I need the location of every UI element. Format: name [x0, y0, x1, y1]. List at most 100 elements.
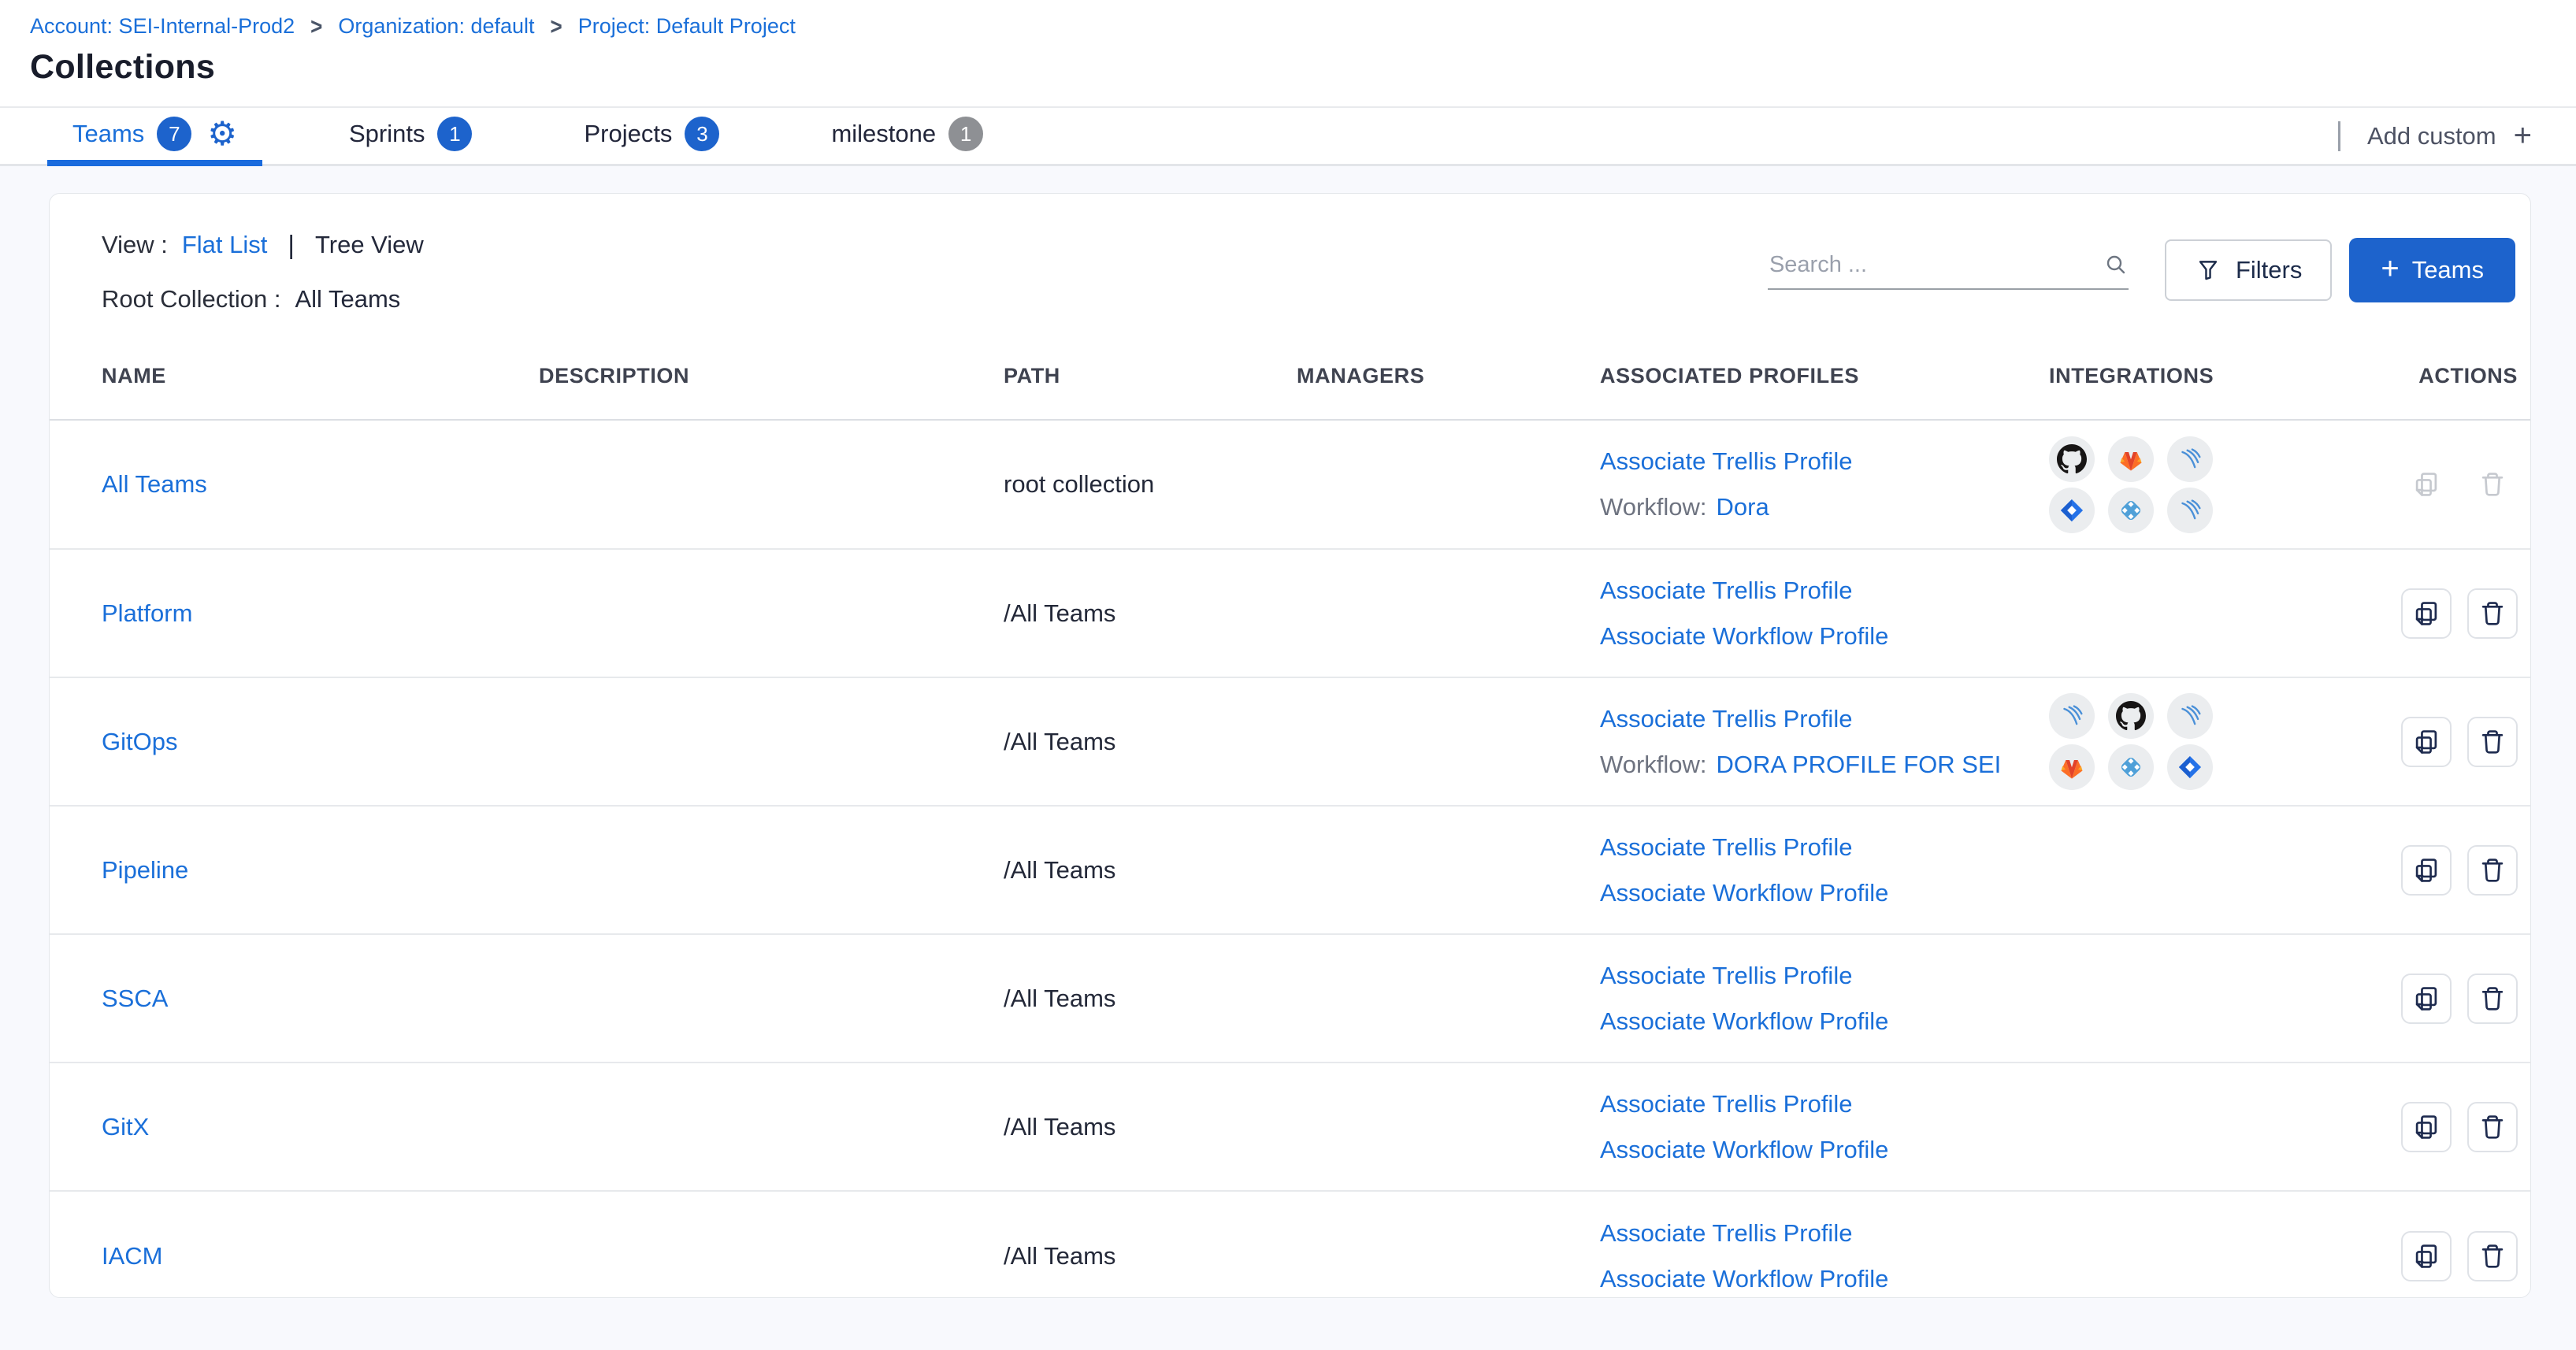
- table-row-gitx: GitX /All Teams Associate Trellis Profil…: [50, 1063, 2530, 1192]
- workflow-profile-link[interactable]: DORA PROFILE FOR SEI: [1717, 751, 2002, 779]
- clone-button[interactable]: [2401, 588, 2452, 639]
- search-input[interactable]: [1768, 251, 2103, 279]
- sonar-arcs-icon[interactable]: [2049, 693, 2095, 739]
- delete-button[interactable]: [2467, 1102, 2518, 1152]
- delete-button[interactable]: [2467, 1231, 2518, 1281]
- gitlab-icon[interactable]: [2049, 744, 2095, 790]
- copy-icon: [2411, 599, 2441, 629]
- associate-workflow-link[interactable]: Associate Workflow Profile: [1600, 622, 2049, 651]
- github-icon[interactable]: [2049, 436, 2095, 482]
- trash-icon: [2478, 984, 2507, 1014]
- collection-name-link[interactable]: Pipeline: [102, 856, 188, 884]
- trash-icon: [2478, 1112, 2507, 1142]
- associate-trellis-link[interactable]: Associate Trellis Profile: [1600, 705, 2049, 733]
- collection-name-link[interactable]: Platform: [102, 599, 192, 627]
- tab-sprints[interactable]: Sprints 1: [324, 108, 497, 166]
- collection-name-link[interactable]: GitOps: [102, 728, 177, 755]
- header-integrations: INTEGRATIONS: [2049, 364, 2364, 388]
- associate-trellis-link[interactable]: Associate Trellis Profile: [1600, 833, 2049, 862]
- table-row-iacm: IACM /All Teams Associate Trellis Profil…: [50, 1192, 2530, 1298]
- associate-workflow-link[interactable]: Associate Workflow Profile: [1600, 1265, 2049, 1293]
- jira-icon[interactable]: [2049, 488, 2095, 533]
- root-collection-value: All Teams: [295, 285, 400, 313]
- associate-workflow-link[interactable]: Associate Workflow Profile: [1600, 1007, 2049, 1036]
- table-row-all-teams: All Teams root collection Associate Trel…: [50, 421, 2530, 550]
- tab-milestone[interactable]: milestone 1: [806, 108, 1008, 166]
- breadcrumb-chevron-icon: >: [307, 13, 325, 41]
- diamond-grid-icon[interactable]: [2108, 744, 2154, 790]
- copy-icon: [2411, 1112, 2441, 1142]
- gear-icon[interactable]: ⚙: [207, 117, 237, 150]
- sonar-arcs-icon[interactable]: [2167, 436, 2213, 482]
- clone-button[interactable]: [2401, 717, 2452, 767]
- path-cell: /All Teams: [1004, 728, 1115, 755]
- breadcrumb-account-link[interactable]: Account: SEI-Internal-Prod2: [30, 14, 295, 39]
- collection-name-link[interactable]: IACM: [102, 1242, 163, 1270]
- table-row-platform: Platform /All Teams Associate Trellis Pr…: [50, 550, 2530, 678]
- associate-trellis-link[interactable]: Associate Trellis Profile: [1600, 447, 2049, 476]
- collections-card: View : Flat List | Tree View Root Collec…: [49, 193, 2531, 1298]
- delete-button[interactable]: [2467, 717, 2518, 767]
- table-row-gitops: GitOps /All Teams Associate Trellis Prof…: [50, 678, 2530, 807]
- collection-name-link[interactable]: GitX: [102, 1113, 149, 1140]
- clone-button[interactable]: [2401, 1231, 2452, 1281]
- tree-view-option[interactable]: Tree View: [315, 231, 424, 259]
- breadcrumb-chevron-icon: >: [547, 13, 566, 41]
- collection-name-link[interactable]: SSCA: [102, 985, 168, 1012]
- view-divider: |: [281, 230, 301, 260]
- associate-trellis-link[interactable]: Associate Trellis Profile: [1600, 577, 2049, 605]
- diamond-grid-icon[interactable]: [2108, 488, 2154, 533]
- delete-button[interactable]: [2467, 974, 2518, 1024]
- add-teams-label: Teams: [2412, 256, 2484, 284]
- flat-list-option[interactable]: Flat List: [182, 231, 268, 259]
- content-area: View : Flat List | Tree View Root Collec…: [0, 166, 2576, 1350]
- copy-icon: [2411, 727, 2441, 757]
- path-cell: root collection: [1004, 470, 1154, 498]
- projects-count-badge: 3: [685, 117, 719, 151]
- sonar-arcs-icon[interactable]: [2167, 693, 2213, 739]
- plus-icon: +: [2514, 118, 2532, 154]
- tab-teams-label: Teams: [72, 120, 144, 148]
- clone-button[interactable]: [2401, 1102, 2452, 1152]
- tab-milestone-label: milestone: [831, 120, 936, 148]
- header-name: NAME: [102, 364, 539, 388]
- integrations-cell: [2049, 693, 2216, 790]
- associate-trellis-link[interactable]: Associate Trellis Profile: [1600, 1090, 2049, 1118]
- copy-icon: [2411, 469, 2441, 499]
- tab-projects[interactable]: Projects 3: [559, 108, 744, 166]
- breadcrumb-organization-link[interactable]: Organization: default: [338, 14, 534, 39]
- tab-bar: Teams 7 ⚙ Sprints 1 Projects 3 milestone…: [0, 108, 2576, 166]
- workflow-profile-link[interactable]: Dora: [1717, 493, 1769, 521]
- path-cell: /All Teams: [1004, 856, 1115, 884]
- breadcrumb-project-link[interactable]: Project: Default Project: [578, 14, 796, 39]
- tab-teams[interactable]: Teams 7 ⚙: [47, 108, 262, 166]
- associate-workflow-link[interactable]: Associate Workflow Profile: [1600, 879, 2049, 907]
- associate-trellis-link[interactable]: Associate Trellis Profile: [1600, 1219, 2049, 1248]
- plus-icon: +: [2381, 251, 2399, 287]
- clone-button[interactable]: [2401, 845, 2452, 896]
- table-row-pipeline: Pipeline /All Teams Associate Trellis Pr…: [50, 807, 2530, 935]
- collection-name-link[interactable]: All Teams: [102, 470, 207, 498]
- workflow-prefix: Workflow:: [1600, 751, 1707, 779]
- clone-button[interactable]: [2401, 974, 2452, 1024]
- trash-icon: [2478, 469, 2507, 499]
- search-icon: [2103, 252, 2129, 277]
- github-icon[interactable]: [2108, 693, 2154, 739]
- add-custom-button[interactable]: Add custom +: [2340, 118, 2576, 154]
- workflow-prefix: Workflow:: [1600, 493, 1707, 521]
- filters-button[interactable]: Filters: [2165, 239, 2332, 301]
- page-title: Collections: [30, 48, 2576, 87]
- path-cell: /All Teams: [1004, 599, 1115, 627]
- header-description: DESCRIPTION: [539, 364, 1004, 388]
- delete-button[interactable]: [2467, 845, 2518, 896]
- gitlab-icon[interactable]: [2108, 436, 2154, 482]
- associate-workflow-link[interactable]: Associate Workflow Profile: [1600, 1136, 2049, 1164]
- header-path: PATH: [1004, 364, 1297, 388]
- sonar-arcs-icon[interactable]: [2167, 488, 2213, 533]
- teams-count-badge: 7: [157, 117, 191, 151]
- integrations-cell: [2049, 436, 2216, 533]
- associate-trellis-link[interactable]: Associate Trellis Profile: [1600, 962, 2049, 990]
- delete-button[interactable]: [2467, 588, 2518, 639]
- add-teams-button[interactable]: + Teams: [2349, 238, 2515, 302]
- jira-icon[interactable]: [2167, 744, 2213, 790]
